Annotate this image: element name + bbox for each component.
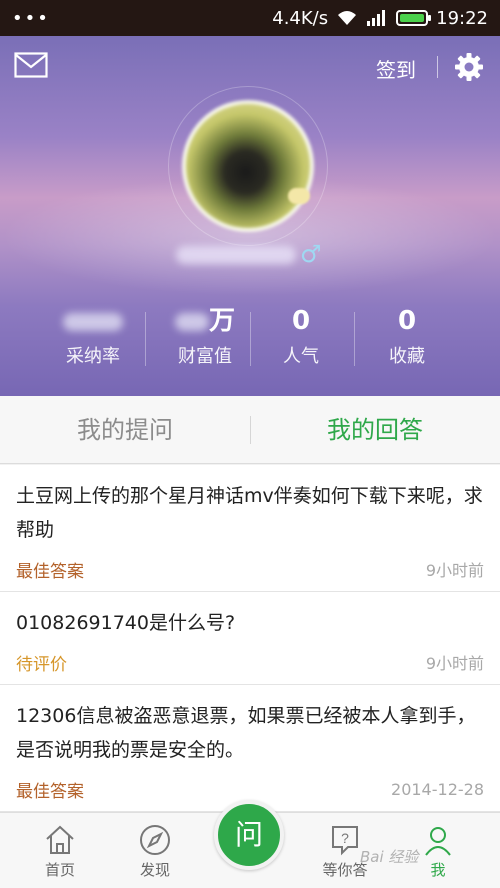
tab-my-answers[interactable]: 我的回答 (250, 396, 500, 464)
signal-icon (367, 10, 386, 26)
stat-popularity[interactable]: 0 人气 (246, 304, 356, 368)
gear-icon[interactable] (454, 52, 484, 82)
stat-wealth[interactable]: 万 财富值 (150, 304, 260, 368)
ask-button[interactable]: 问 (214, 800, 284, 870)
timestamp: 2014-12-28 (391, 779, 484, 799)
tab-bar: 我的提问 我的回答 (0, 396, 500, 464)
question-title: 01082691740是什么号? (16, 612, 236, 634)
battery-icon (396, 10, 432, 26)
stats-row: 采纳率 万 财富值 0 人气 0 收藏 (0, 304, 500, 374)
status-bar: ••• 4.4K/s 19:22 (0, 0, 500, 36)
nav-home[interactable]: 首页 (15, 813, 105, 888)
profile-header: 签到 ♂ 采纳率 万 财富值 0 人气 0 收藏 (0, 36, 500, 396)
checkin-button[interactable]: 签到 (376, 54, 416, 83)
status-badge: 最佳答案 (16, 561, 84, 582)
favorites-value: 0 (397, 306, 417, 336)
popularity-value: 0 (291, 306, 311, 336)
adoption-rate-value-blurred (63, 312, 123, 331)
stat-favorites[interactable]: 0 收藏 (352, 304, 462, 368)
wealth-unit: 万 (208, 306, 235, 336)
stat-label: 财富值 (178, 346, 232, 367)
timestamp: 9小时前 (425, 561, 484, 580)
compass-icon (140, 825, 170, 855)
nav-label: 发现 (139, 861, 170, 879)
clock: 19:22 (436, 7, 488, 29)
stat-label: 采纳率 (66, 346, 120, 367)
mail-icon[interactable] (14, 52, 48, 78)
answer-list: 土豆网上传的那个星月神话mv伴奏如何下载下来呢，求帮助 最佳答案 9小时前 01… (0, 465, 500, 812)
tab-my-questions[interactable]: 我的提问 (0, 396, 250, 464)
stat-adoption-rate[interactable]: 采纳率 (38, 304, 148, 368)
list-item[interactable]: 12306信息被盗恶意退票，如果票已经被本人拿到手，是否说明我的票是安全的。 最… (0, 685, 500, 812)
header-divider (437, 56, 438, 78)
nav-discover[interactable]: 发现 (110, 813, 200, 888)
level-badge (288, 188, 310, 204)
svg-text:?: ? (341, 830, 349, 846)
stat-divider (145, 312, 146, 366)
status-badge: 最佳答案 (16, 781, 84, 802)
watermark: Bai 经验 (360, 848, 419, 866)
nav-label: 首页 (44, 861, 75, 879)
wifi-icon (338, 11, 357, 25)
wealth-value-blurred (174, 312, 209, 331)
status-badge: 待评价 (16, 654, 67, 675)
question-title: 12306信息被盗恶意退票，如果票已经被本人拿到手，是否说明我的票是安全的。 (16, 705, 476, 761)
notification-dots: ••• (12, 7, 50, 29)
question-box-icon: ? (332, 826, 358, 856)
avatar[interactable] (182, 100, 314, 232)
list-item[interactable]: 01082691740是什么号? 待评价 9小时前 (0, 592, 500, 685)
user-icon (425, 827, 451, 856)
list-item[interactable]: 土豆网上传的那个星月神话mv伴奏如何下载下来呢，求帮助 最佳答案 9小时前 (0, 465, 500, 592)
timestamp: 9小时前 (425, 654, 484, 673)
network-speed: 4.4K/s (272, 7, 329, 29)
question-title: 土豆网上传的那个星月神话mv伴奏如何下载下来呢，求帮助 (16, 485, 483, 541)
home-icon (46, 825, 74, 854)
stat-label: 收藏 (389, 346, 425, 367)
male-gender-icon: ♂ (300, 240, 322, 268)
stat-label: 人气 (283, 346, 319, 367)
username (176, 246, 296, 264)
